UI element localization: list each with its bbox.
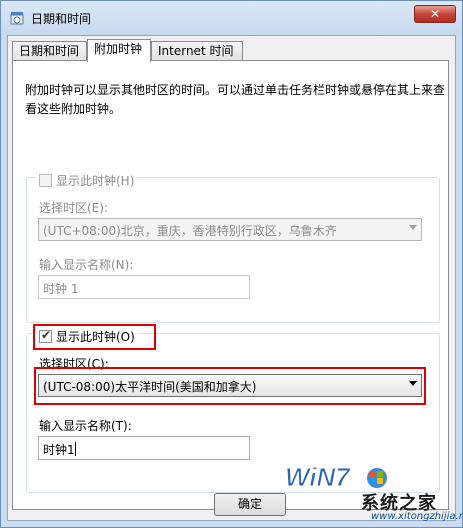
clock1-checkbox-box[interactable] (39, 174, 52, 187)
clock1-name-input[interactable]: 时钟 1 (38, 275, 250, 299)
tab-panel: 附加时钟可以显示其他时区的时间。可以通过单击任务栏时钟或悬停在其上来查看这些附加… (12, 60, 449, 510)
clock2-name-value: 时钟1 (43, 442, 76, 457)
description-text: 附加时钟可以显示其他时区的时间。可以通过单击任务栏时钟或悬停在其上来查看这些附加… (25, 83, 446, 116)
clock1-timezone-value: (UTC+08:00)北京，重庆，香港特别行政区，乌鲁木齐 (43, 224, 337, 238)
clock1-timezone-select[interactable]: (UTC+08:00)北京，重庆，香港特别行政区，乌鲁木齐 (38, 218, 422, 241)
window-title: 日期和时间 (31, 12, 92, 26)
text-caret (74, 442, 76, 456)
dropdown-arrow-icon (409, 225, 417, 230)
watermark-url: www.xitongzhijia.net (371, 511, 463, 522)
clock1-name-label: 输入显示名称(N): (39, 258, 134, 272)
title-bar[interactable]: 日期和时间 ✕ (1, 1, 462, 35)
clock1-timezone-label: 选择时区(E): (39, 201, 108, 215)
clock1-show-checkbox[interactable]: 显示此时钟(H) (36, 172, 138, 189)
tab-additional-clocks[interactable]: 附加时钟 (87, 39, 151, 62)
clock-icon (10, 12, 24, 25)
tab-internet-time[interactable]: Internet 时间 (151, 41, 243, 61)
date-time-dialog: 日期和时间 ✕ 日期和时间 附加时钟 Internet 时间 附加时钟可以显示其… (0, 0, 463, 528)
tab-date-time[interactable]: 日期和时间 (12, 41, 87, 61)
close-icon: ✕ (429, 7, 441, 21)
clock2-name-label: 输入显示名称(T): (39, 419, 132, 433)
ok-button[interactable]: 确定 (214, 493, 286, 516)
close-button[interactable]: ✕ (414, 5, 456, 23)
clock1-show-label: 显示此时钟(H) (56, 174, 135, 188)
dialog-client: 日期和时间 附加时钟 Internet 时间 附加时钟可以显示其他时区的时间。可… (7, 35, 456, 521)
clock1-name-value: 时钟 1 (43, 282, 79, 296)
highlight-timezone (34, 367, 426, 405)
svg-text:WiN7: WiN7 (285, 462, 351, 492)
highlight-show-clock (33, 324, 156, 350)
clock2-name-input[interactable]: 时钟1 (38, 436, 250, 460)
